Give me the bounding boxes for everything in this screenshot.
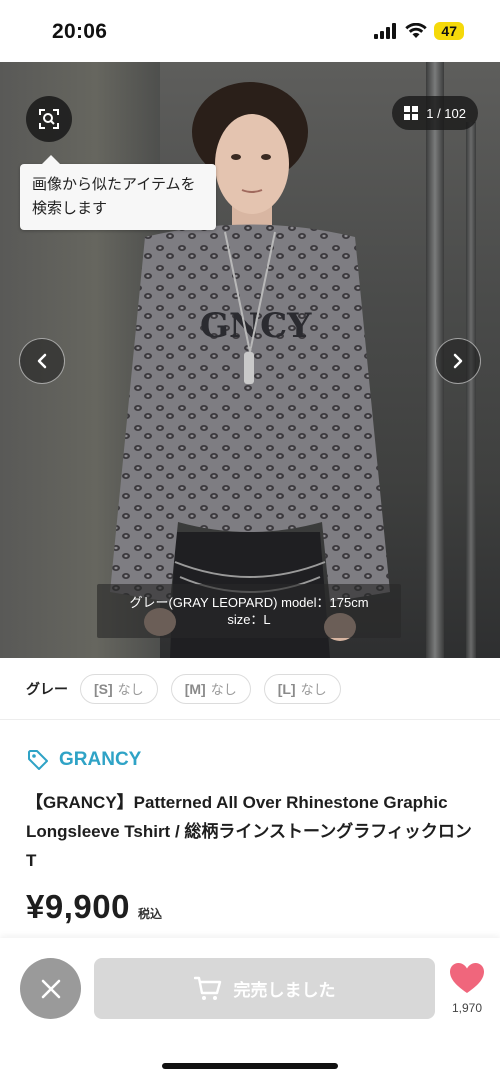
favorite-count: 1,970 <box>451 1001 483 1015</box>
sold-out-cart-button[interactable]: 完売しました <box>94 958 435 1019</box>
grid-icon <box>404 106 419 120</box>
signal-icon <box>374 23 397 39</box>
stock-status: なし <box>210 682 237 697</box>
image-search-button[interactable] <box>26 96 72 142</box>
image-counter-button[interactable]: 1 / 102 <box>392 96 478 130</box>
status-bar: 20:06 47 <box>0 0 500 62</box>
cart-button-label: 完売しました <box>233 981 336 1000</box>
image-counter: 1 / 102 <box>426 105 466 121</box>
product-image-gallery[interactable]: GNCY 画像から似たアイテムを検索します 1 / 102 グレー(GRAY L… <box>0 62 500 658</box>
image-search-icon <box>39 109 59 129</box>
caption-model-info: グレー(GRAY LEOPARD) model：175cm <box>129 595 369 610</box>
stock-status: なし <box>300 682 327 697</box>
size-option-l[interactable]: [L] なし <box>263 673 341 704</box>
price: ¥9,900 <box>26 888 130 925</box>
caption-size-info: size：L <box>227 612 271 627</box>
bottom-action-bar: 完売しました 1,970 <box>0 938 500 1080</box>
favorite-button[interactable]: 1,970 <box>444 962 490 1015</box>
stock-status: なし <box>117 682 144 697</box>
size-label: [S] <box>94 680 113 697</box>
heart-icon <box>450 963 484 993</box>
status-time: 20:06 <box>52 20 108 43</box>
home-indicator <box>162 1063 338 1069</box>
tax-label: 税込 <box>137 907 162 921</box>
color-size-selector: グレー [S] なし [M] なし [L] なし <box>0 658 500 720</box>
size-option-m[interactable]: [M] なし <box>170 673 251 704</box>
image-search-tooltip: 画像から似たアイテムを検索します <box>20 155 216 230</box>
product-title: 【GRANCY】Patterned All Over Rhinestone Gr… <box>26 793 472 870</box>
size-label: [L] <box>277 680 296 697</box>
price-row: ¥9,900 税込 <box>26 888 162 926</box>
brand-link[interactable]: GRANCY <box>26 748 141 772</box>
status-indicators: 47 <box>374 22 464 40</box>
size-option-s[interactable]: [S] なし <box>80 673 158 704</box>
close-icon <box>41 979 60 998</box>
next-image-button[interactable] <box>435 338 481 384</box>
battery-indicator: 47 <box>434 22 464 40</box>
wifi-icon <box>405 23 428 38</box>
cart-icon <box>193 976 221 1000</box>
tag-icon <box>28 750 48 770</box>
brand-name: GRANCY <box>59 749 142 770</box>
image-caption: グレー(GRAY LEOPARD) model：175cm size：L <box>97 584 401 638</box>
product-photo: GNCY <box>110 82 390 658</box>
chevron-left-icon <box>37 353 47 369</box>
chevron-right-icon <box>453 353 463 369</box>
size-label: [M] <box>184 680 206 697</box>
previous-image-button[interactable] <box>19 338 65 384</box>
color-label: グレー <box>26 680 68 697</box>
close-button[interactable] <box>20 958 81 1019</box>
